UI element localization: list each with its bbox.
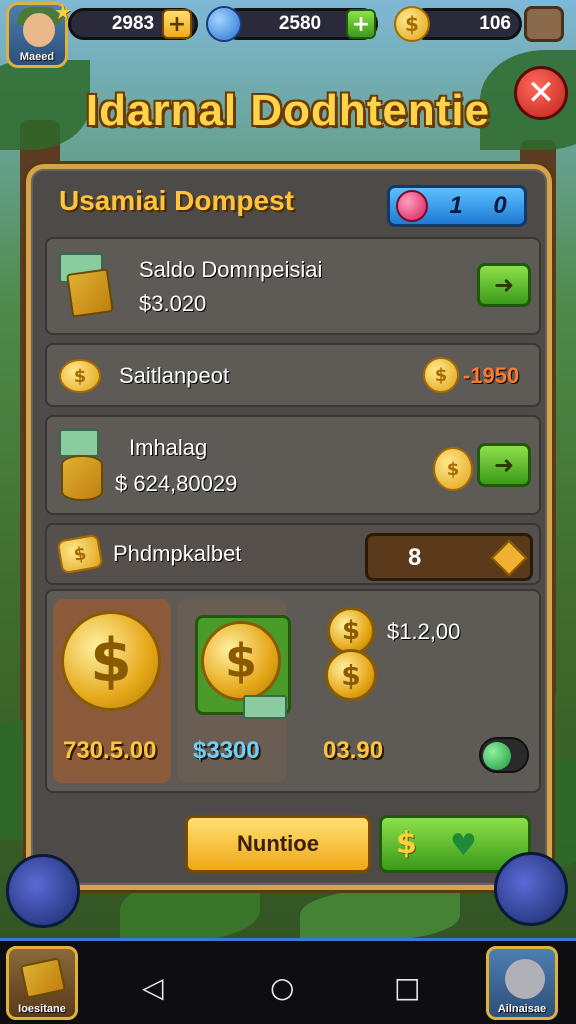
back-icon[interactable]: ◁ bbox=[142, 971, 164, 1004]
income-row: Imhalag $ 624,80029 $ ➜ bbox=[45, 415, 541, 515]
top-hud: Maeed ★ 2983 + 2580 + 106 $ bbox=[0, 0, 576, 68]
coin-icon: $ bbox=[201, 621, 281, 701]
left-corner-card[interactable]: Ioesitane bbox=[6, 946, 78, 1020]
panel-title: Usamiai Dompest bbox=[59, 185, 294, 216]
right-corner-card[interactable]: Ailnaisae bbox=[486, 946, 558, 1020]
offer-3-price: 03.90 bbox=[323, 737, 384, 764]
coin-offers: $ 730.5.00 $ $3300 $ $ $1.2,00 03.90 bbox=[45, 589, 541, 793]
continue-button[interactable]: Nuntioe bbox=[185, 815, 371, 873]
helmet-icon[interactable] bbox=[524, 6, 564, 42]
helmet-icon bbox=[505, 959, 545, 999]
gem-counter: 1 0 bbox=[387, 185, 527, 227]
coin-stack-icon bbox=[61, 455, 103, 501]
income-go-button[interactable]: ➜ bbox=[477, 443, 531, 487]
deposit-panel: Usamiai Dompest 1 0 Saldo Domnpeisiai $3… bbox=[26, 164, 552, 890]
home-icon[interactable]: ○ bbox=[270, 971, 294, 1004]
diamond-icon bbox=[490, 539, 528, 577]
heart-icon: ♥ bbox=[450, 828, 477, 863]
cash-bill-icon bbox=[59, 429, 99, 457]
offer-3-amount: $1.2,00 bbox=[387, 619, 461, 644]
balance-label: Saldo Domnpeisiai bbox=[139, 257, 323, 282]
gold-bar-icon: $ bbox=[56, 533, 104, 575]
package-quantity: 8 bbox=[408, 544, 422, 571]
coin-icon: $ bbox=[433, 447, 473, 491]
toggle-knob bbox=[483, 742, 511, 770]
balance-go-button[interactable]: ➜ bbox=[477, 263, 531, 307]
balance-value: $3.020 bbox=[139, 291, 207, 316]
left-orb-button[interactable] bbox=[6, 854, 80, 928]
close-icon: ✕ bbox=[526, 73, 556, 113]
recents-icon[interactable]: □ bbox=[394, 971, 420, 1004]
offer-1-price: 730.5.00 bbox=[63, 737, 157, 764]
coin-icon: $ bbox=[59, 359, 101, 393]
income-value: $ 624,80029 bbox=[115, 471, 238, 496]
red-gem-icon bbox=[396, 190, 428, 222]
arrow-right-icon: ➜ bbox=[493, 451, 515, 479]
big-coin-icon: $ bbox=[61, 611, 161, 711]
cash-stack-icon bbox=[66, 268, 114, 318]
player-name: Maeed bbox=[19, 51, 55, 63]
left-corner-label: Ioesitane bbox=[18, 1003, 66, 1015]
gem-counter-right: 0 bbox=[493, 192, 507, 219]
offer-toggle[interactable] bbox=[479, 737, 529, 773]
arrow-right-icon: ➜ bbox=[493, 271, 515, 299]
gem-counter-left: 1 bbox=[449, 192, 463, 219]
spent-label: Saitlanpeot bbox=[119, 363, 230, 388]
face-icon bbox=[23, 13, 55, 47]
cash-stack-icon bbox=[19, 957, 67, 999]
blue-gem-icon bbox=[206, 6, 242, 42]
add-currency2-button[interactable]: + bbox=[346, 9, 376, 39]
coin-icon: $ bbox=[325, 649, 377, 701]
cash-bill-icon bbox=[243, 695, 287, 719]
close-button[interactable]: ✕ bbox=[514, 66, 568, 120]
package-row: $ Phdmpkalbet 8 bbox=[45, 523, 541, 585]
spent-value: -1950 bbox=[463, 363, 520, 388]
right-orb-button[interactable] bbox=[494, 852, 568, 926]
package-label: Phdmpkalbet bbox=[113, 541, 242, 566]
spent-row: $ Saitlanpeot $ -1950 bbox=[45, 343, 541, 407]
add-currency1-button[interactable]: + bbox=[162, 9, 192, 39]
gold-coin-icon: $ bbox=[394, 6, 430, 42]
right-corner-label: Ailnaisae bbox=[497, 1003, 547, 1015]
coin-drop-icon: $ bbox=[423, 357, 459, 393]
balance-row: Saldo Domnpeisiai $3.020 ➜ bbox=[45, 237, 541, 335]
income-label: Imhalag bbox=[129, 435, 208, 460]
package-quantity-field[interactable]: 8 bbox=[365, 533, 533, 581]
coin-icon: $ bbox=[327, 607, 375, 655]
screen-title: Idarnal Dodhtentie bbox=[85, 86, 491, 135]
offer-2-price: $3300 bbox=[193, 737, 260, 764]
dollar-icon: $ bbox=[396, 826, 417, 861]
